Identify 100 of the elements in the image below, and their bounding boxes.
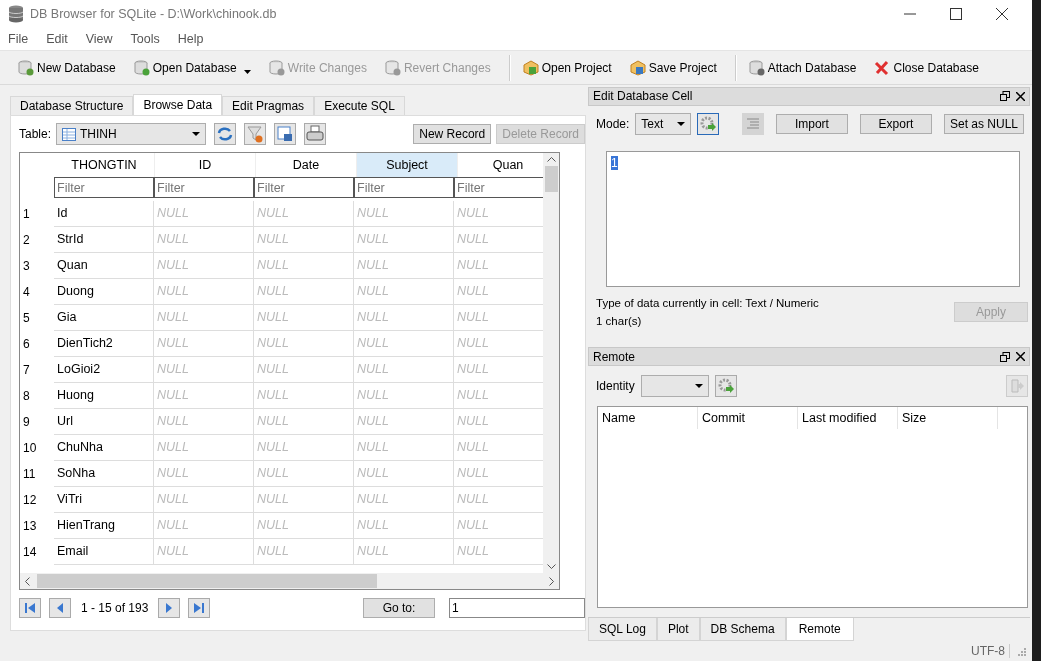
filter-field[interactable]: Filter	[54, 177, 154, 198]
filter-field[interactable]: Filter	[154, 177, 254, 198]
table-cell: NULL	[354, 253, 454, 279]
new-record-button[interactable]: New Record	[413, 124, 492, 144]
table-cell: NULL	[154, 305, 254, 331]
editor-button[interactable]: Import	[775, 114, 848, 135]
cell-editor[interactable]: 1	[606, 151, 1020, 288]
tab[interactable]: Browse Data	[133, 94, 223, 115]
toolbar-button[interactable]: Attach Database	[742, 56, 863, 79]
table-cell: NULL	[254, 201, 354, 227]
scroll-up-icon[interactable]	[546, 157, 556, 162]
go-to-field[interactable]: 1	[449, 598, 585, 618]
mode-dropdown[interactable]: Text	[635, 113, 692, 136]
tab[interactable]: Remote	[785, 618, 854, 642]
float-icon[interactable]	[1000, 91, 1010, 102]
table-cell: NULL	[354, 331, 454, 357]
horizontal-scrollbar[interactable]	[20, 573, 559, 589]
tab[interactable]: Database Structure	[10, 96, 134, 115]
resize-grip-icon[interactable]	[1016, 646, 1026, 657]
table-cell: NULL	[154, 253, 254, 279]
table-cell: DienTich2	[54, 331, 154, 357]
table-cell: Duong	[54, 279, 154, 305]
table-cell: NULL	[254, 279, 354, 305]
column-header[interactable]: Size	[898, 406, 998, 429]
table-cell: NULL	[354, 227, 454, 253]
table-cell: NULL	[354, 539, 454, 565]
table-cell: NULL	[154, 383, 254, 409]
toolbar-button[interactable]: Close Database	[868, 56, 985, 79]
encoding-label: UTF-8	[971, 644, 1010, 659]
toolbar-button[interactable]: Open Project	[516, 56, 618, 79]
row-number: 13	[23, 519, 37, 533]
close-icon[interactable]	[1016, 352, 1025, 362]
table-cell: NULL	[154, 461, 254, 487]
table-dropdown[interactable]: THINH	[56, 123, 207, 145]
tab[interactable]: Execute SQL	[314, 96, 405, 115]
table-cell: NULL	[354, 383, 454, 409]
row-number: 8	[23, 389, 30, 403]
first-page-icon[interactable]	[19, 598, 41, 618]
column-header[interactable]: Name	[598, 406, 698, 429]
refresh-icon[interactable]	[214, 123, 237, 145]
save-table-icon[interactable]	[274, 123, 297, 145]
table-cell: NULL	[154, 513, 254, 539]
toolbar-button[interactable]: New Database	[12, 56, 122, 79]
tab[interactable]: Plot	[656, 618, 700, 642]
row-number: 4	[23, 285, 30, 299]
go-to-button[interactable]: Go to:	[363, 598, 435, 618]
close-icon[interactable]	[996, 8, 1008, 20]
row-number: 11	[23, 467, 36, 481]
table-cell: NULL	[354, 201, 454, 227]
table-cell: NULL	[254, 331, 354, 357]
filter-field[interactable]: Filter	[454, 177, 543, 198]
clear-filter-icon[interactable]	[244, 123, 267, 145]
float-icon[interactable]	[1000, 351, 1010, 362]
table-cell: StrId	[54, 227, 154, 253]
scroll-down-icon[interactable]	[546, 564, 556, 569]
filter-field[interactable]: Filter	[354, 177, 454, 198]
table-cell: SoNha	[54, 461, 154, 487]
gear-icon[interactable]	[714, 374, 737, 397]
menu-item[interactable]: Tools	[130, 32, 160, 46]
row-number: 1	[23, 207, 30, 221]
table-cell: NULL	[354, 487, 454, 513]
editor-button[interactable]: Set as NULL	[943, 114, 1024, 135]
menu-item[interactable]: View	[85, 32, 113, 46]
toolbar-button[interactable]: Save Project	[623, 56, 723, 79]
tab[interactable]: SQL Log	[588, 618, 657, 642]
column-header[interactable]: Last modified	[798, 406, 898, 429]
column-header[interactable]: Subject	[357, 153, 458, 177]
table-cell: NULL	[254, 513, 354, 539]
editor-button[interactable]: Export	[859, 114, 932, 135]
close-icon[interactable]	[1016, 91, 1025, 101]
scroll-thumb[interactable]	[37, 574, 377, 588]
menu-item[interactable]: Edit	[46, 32, 68, 46]
table-cell: NULL	[254, 357, 354, 383]
table-cell: NULL	[254, 409, 354, 435]
toolbar-button[interactable]: Open Database	[127, 56, 257, 79]
table-cell: Id	[54, 201, 154, 227]
scroll-left-icon[interactable]	[25, 576, 30, 586]
previous-page-icon[interactable]	[49, 598, 71, 618]
tab[interactable]: DB Schema	[699, 618, 786, 642]
vertical-scrollbar[interactable]	[543, 153, 559, 573]
scroll-right-icon[interactable]	[549, 576, 554, 586]
table-cell: Huong	[54, 383, 154, 409]
table-cell: NULL	[154, 435, 254, 461]
menu-item[interactable]: Help	[177, 32, 204, 46]
gear-icon[interactable]	[697, 113, 720, 136]
tab[interactable]: Edit Pragmas	[222, 96, 315, 115]
caret-icon[interactable]	[243, 69, 251, 74]
table-cell: NULL	[254, 461, 354, 487]
print-icon[interactable]	[304, 123, 327, 145]
table-cell: NULL	[154, 409, 254, 435]
menu-item[interactable]: File	[8, 32, 29, 46]
last-page-icon[interactable]	[188, 598, 211, 618]
box-icon	[522, 59, 539, 76]
next-page-icon[interactable]	[158, 598, 181, 618]
maximize-icon[interactable]	[950, 8, 962, 20]
table-cell: NULL	[254, 305, 354, 331]
scroll-thumb[interactable]	[544, 166, 558, 192]
filter-field[interactable]: Filter	[254, 177, 354, 198]
column-header[interactable]: Commit	[698, 406, 798, 429]
row-number: 9	[23, 415, 30, 429]
